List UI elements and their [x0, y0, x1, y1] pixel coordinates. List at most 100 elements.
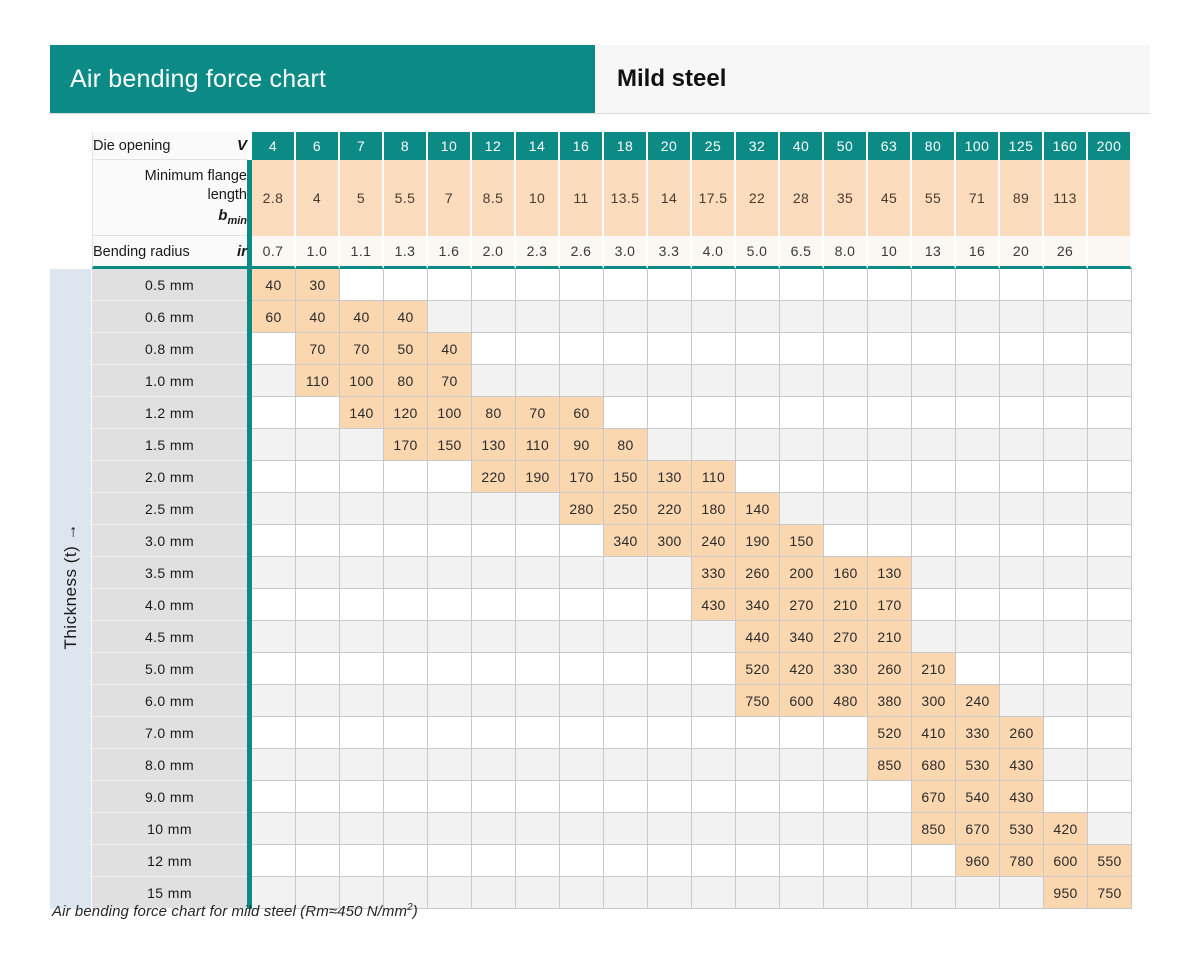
empty-cell	[340, 429, 384, 461]
empty-cell	[956, 365, 1000, 397]
empty-cell	[296, 493, 340, 525]
empty-cell	[692, 845, 736, 877]
empty-cell	[956, 621, 1000, 653]
empty-cell	[560, 557, 604, 589]
die-opening-value: 16	[560, 132, 604, 160]
empty-cell	[780, 749, 824, 781]
empty-cell	[780, 717, 824, 749]
empty-cell	[648, 301, 692, 333]
force-value-cell: 680	[912, 749, 956, 781]
bending-radius-value: 2.0	[472, 236, 516, 269]
flange-length-value: 13.5	[604, 160, 648, 236]
empty-cell	[1088, 365, 1132, 397]
empty-cell	[824, 781, 868, 813]
empty-cell	[472, 525, 516, 557]
empty-cell	[604, 749, 648, 781]
empty-cell	[736, 461, 780, 493]
empty-cell	[1088, 621, 1132, 653]
empty-cell	[560, 685, 604, 717]
empty-cell	[736, 781, 780, 813]
die-opening-value: 50	[824, 132, 868, 160]
empty-cell	[252, 621, 296, 653]
air-bending-force-chart-page: Air bending force chart Mild steel Die o…	[0, 0, 1200, 963]
force-value-cell: 520	[736, 653, 780, 685]
empty-cell	[956, 493, 1000, 525]
empty-cell	[384, 781, 428, 813]
empty-cell	[1088, 717, 1132, 749]
empty-cell	[824, 749, 868, 781]
empty-cell	[912, 557, 956, 589]
force-value-cell: 130	[648, 461, 692, 493]
empty-cell	[384, 557, 428, 589]
empty-cell	[384, 685, 428, 717]
force-value-cell: 110	[692, 461, 736, 493]
empty-cell	[824, 397, 868, 429]
empty-cell	[560, 845, 604, 877]
empty-cell	[560, 717, 604, 749]
empty-cell	[736, 333, 780, 365]
empty-cell	[472, 621, 516, 653]
force-value-cell: 330	[956, 717, 1000, 749]
force-value-cell: 110	[516, 429, 560, 461]
empty-cell	[1000, 493, 1044, 525]
empty-cell	[296, 749, 340, 781]
force-value-cell: 170	[384, 429, 428, 461]
thickness-row-label: 0.8 mm	[92, 333, 247, 365]
die-opening-label-cell: Die opening V	[92, 132, 247, 160]
flange-length-value: 113	[1044, 160, 1088, 236]
thickness-row-label: 8.0 mm	[92, 749, 247, 781]
empty-cell	[428, 845, 472, 877]
force-value-cell: 130	[868, 557, 912, 589]
header-row-bending-radius: Bending radius ir 0.7 1.0 1.1 1.3 1.6 2.0 2.3 2.6…	[50, 236, 1132, 269]
empty-cell	[428, 781, 472, 813]
force-value-cell: 530	[1000, 813, 1044, 845]
empty-cell	[252, 813, 296, 845]
empty-cell	[648, 429, 692, 461]
empty-cell	[780, 845, 824, 877]
empty-cell	[780, 365, 824, 397]
empty-cell	[780, 301, 824, 333]
bending-radius-value: 13	[912, 236, 956, 269]
empty-cell	[648, 589, 692, 621]
thickness-row-label: 1.2 mm	[92, 397, 247, 429]
empty-cell	[824, 845, 868, 877]
empty-cell	[428, 557, 472, 589]
empty-cell	[340, 557, 384, 589]
bending-radius-value: 6.5	[780, 236, 824, 269]
empty-cell	[1044, 301, 1088, 333]
empty-cell	[428, 877, 472, 909]
force-value-cell: 170	[560, 461, 604, 493]
force-value-cell: 550	[1088, 845, 1132, 877]
force-value-cell: 140	[340, 397, 384, 429]
empty-cell	[472, 653, 516, 685]
empty-cell	[780, 269, 824, 301]
empty-cell	[1088, 749, 1132, 781]
empty-cell	[1044, 653, 1088, 685]
empty-cell	[912, 365, 956, 397]
force-value-cell: 110	[296, 365, 340, 397]
empty-cell	[956, 397, 1000, 429]
empty-cell	[648, 365, 692, 397]
empty-cell	[780, 813, 824, 845]
table-row: 6.0 mm 750 600 480 380 300 240	[50, 685, 1132, 717]
table-row: 8.0 mm 850 680 530 430	[50, 749, 1132, 781]
empty-cell	[1044, 493, 1088, 525]
empty-cell	[1044, 461, 1088, 493]
thickness-row-label: 7.0 mm	[92, 717, 247, 749]
empty-cell	[1088, 525, 1132, 557]
force-value-cell: 100	[340, 365, 384, 397]
empty-cell	[1088, 685, 1132, 717]
force-value-cell: 30	[296, 269, 340, 301]
force-value-cell: 150	[428, 429, 472, 461]
force-value-cell: 420	[780, 653, 824, 685]
die-opening-value: 7	[340, 132, 384, 160]
force-value-cell: 210	[912, 653, 956, 685]
empty-cell	[1088, 333, 1132, 365]
flange-length-value: 45	[868, 160, 912, 236]
die-opening-value: 40	[780, 132, 824, 160]
empty-cell	[472, 365, 516, 397]
flange-length-value: 17.5	[692, 160, 736, 236]
thickness-row-label: 6.0 mm	[92, 685, 247, 717]
force-value-cell: 260	[868, 653, 912, 685]
empty-cell	[560, 269, 604, 301]
